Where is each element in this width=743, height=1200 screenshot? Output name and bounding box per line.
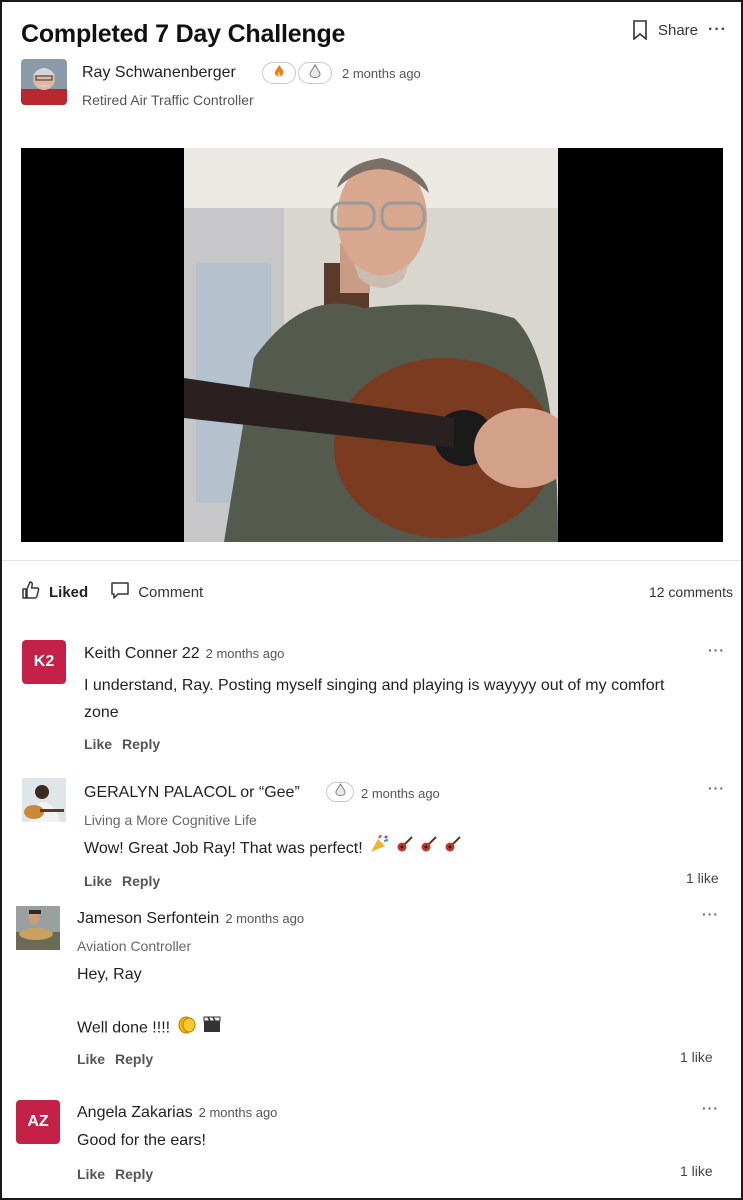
- comment-text: I understand, Ray. Posting myself singin…: [84, 677, 665, 721]
- commenter-name[interactable]: Keith Conner 22: [84, 645, 200, 662]
- fire-icon: [273, 64, 285, 83]
- guitar-icon: [420, 835, 438, 862]
- comment-text: Wow! Great Job Ray! That was perfect!: [84, 840, 363, 857]
- comment-like-button[interactable]: Like: [84, 873, 112, 889]
- clapper-board-icon: [203, 1015, 221, 1042]
- commenter-avatar[interactable]: K2: [22, 640, 66, 684]
- post-top-actions: Share ···: [632, 20, 727, 41]
- comment-icon: [110, 580, 130, 604]
- comment-reply-button[interactable]: Reply: [115, 1051, 153, 1067]
- comment-text: Well done !!!!: [77, 1019, 171, 1037]
- author-badge-drop: [298, 62, 332, 84]
- drop-icon: [334, 782, 346, 801]
- commenter-name[interactable]: Angela Zakarias: [77, 1104, 193, 1121]
- comment-like-count[interactable]: 1 like: [680, 1049, 713, 1065]
- like-button[interactable]: Liked: [21, 580, 88, 604]
- comment-reply-button[interactable]: Reply: [122, 873, 160, 889]
- commenter-role: Living a More Cognitive Life: [84, 812, 257, 828]
- comment-actions: Like Reply: [77, 1051, 153, 1067]
- video-frame: [184, 148, 558, 542]
- author-name[interactable]: Ray Schwanenberger: [82, 64, 236, 82]
- comment-more-icon[interactable]: ···: [708, 780, 725, 796]
- comment-like-button[interactable]: Like: [77, 1051, 105, 1067]
- post-title: Completed 7 Day Challenge: [21, 20, 346, 48]
- comment-like-count[interactable]: 1 like: [680, 1163, 713, 1179]
- guitar-icon: [396, 835, 414, 862]
- like-label: Liked: [49, 583, 89, 601]
- thumbs-up-icon: [21, 580, 41, 604]
- comment-reply-button[interactable]: Reply: [115, 1166, 153, 1182]
- divider: [2, 560, 741, 561]
- comment-time: 2 months ago: [198, 1105, 278, 1120]
- author-badge-fire: [262, 62, 296, 84]
- comment-text: Good for the ears!: [77, 1132, 206, 1149]
- commenter-role: Aviation Controller: [77, 938, 192, 954]
- comment-more-icon[interactable]: ···: [702, 1100, 719, 1116]
- post-time: 2 months ago: [342, 66, 421, 81]
- comment-like-button[interactable]: Like: [84, 736, 112, 752]
- commenter-header: GERALYN PALACOL or “Gee”: [84, 784, 300, 802]
- commenter-avatar[interactable]: [16, 906, 60, 950]
- commenter-badge: [326, 782, 354, 802]
- comment-more-icon[interactable]: ···: [708, 642, 725, 658]
- comment-actions: Like Reply: [77, 1166, 153, 1182]
- comment-reply-button[interactable]: Reply: [122, 736, 160, 752]
- comment-time: 2 months ago: [361, 786, 440, 801]
- comment-button[interactable]: Comment: [110, 580, 203, 604]
- commenter-header: Jameson Serfontein 2 months ago: [77, 910, 304, 928]
- comment-actions: Like Reply: [84, 736, 160, 752]
- comment-time: 2 months ago: [225, 911, 305, 926]
- clapping-hands-icon: [177, 1014, 197, 1043]
- share-button[interactable]: Share: [658, 22, 698, 39]
- comment-time: 2 months ago: [205, 646, 285, 661]
- comment-text-row: Well done !!!!: [77, 1014, 677, 1043]
- commenter-avatar[interactable]: AZ: [16, 1100, 60, 1144]
- video-player[interactable]: [21, 148, 723, 542]
- comment-count[interactable]: 12 comments: [649, 584, 733, 600]
- commenter-avatar[interactable]: [22, 778, 66, 822]
- party-popper-icon: [369, 834, 389, 862]
- commenter-header: Keith Conner 22 2 months ago: [84, 645, 284, 663]
- comment-text: Hey, Ray: [77, 966, 142, 983]
- guitar-icon: [444, 835, 462, 862]
- comment-like-count[interactable]: 1 like: [686, 870, 719, 886]
- more-icon[interactable]: ···: [708, 21, 727, 39]
- drop-icon: [309, 63, 321, 83]
- comment-actions: Like Reply: [84, 873, 160, 889]
- comment-label: Comment: [138, 583, 204, 601]
- comment-like-button[interactable]: Like: [77, 1166, 105, 1182]
- bookmark-icon[interactable]: [632, 20, 648, 41]
- post-action-bar: Liked Comment: [21, 580, 203, 604]
- commenter-header: Angela Zakarias 2 months ago: [77, 1104, 277, 1122]
- author-avatar[interactable]: [21, 59, 67, 105]
- commenter-name[interactable]: Jameson Serfontein: [77, 910, 219, 927]
- commenter-name[interactable]: GERALYN PALACOL or “Gee”: [84, 784, 300, 801]
- comment-more-icon[interactable]: ···: [702, 906, 719, 922]
- author-role: Retired Air Traffic Controller: [82, 92, 254, 108]
- comment-text-row: Wow! Great Job Ray! That was perfect!: [84, 834, 684, 862]
